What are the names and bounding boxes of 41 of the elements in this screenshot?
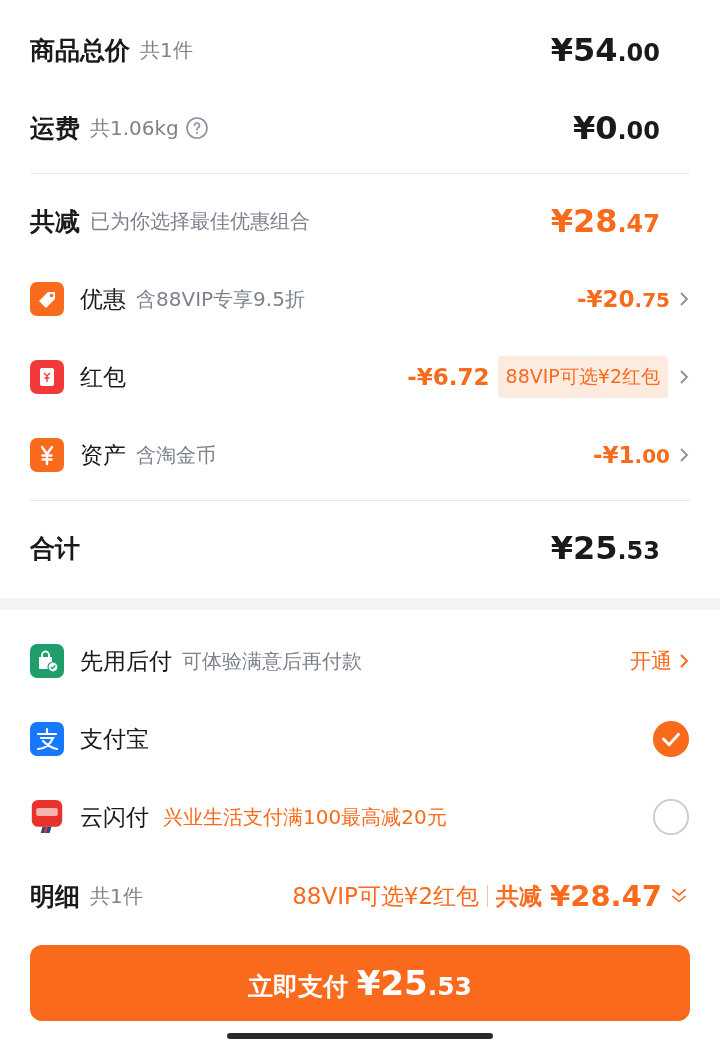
- radio-checked[interactable]: [652, 720, 690, 758]
- row-note: 含88VIP专享9.5折: [136, 285, 305, 313]
- details-label: 明细: [30, 880, 80, 913]
- discount-total: ¥28.47: [550, 202, 660, 240]
- row-label: 资产: [80, 440, 126, 470]
- details-discount: ¥28.47: [550, 879, 662, 913]
- row-label: 共减: [30, 205, 80, 238]
- row-note: 已为你选择最佳优惠组合: [90, 207, 310, 235]
- shopping-bag-icon: [30, 644, 64, 678]
- help-icon[interactable]: [184, 116, 209, 140]
- row-note: 共1件: [140, 36, 193, 64]
- row-label: 优惠: [80, 284, 126, 314]
- radio-button[interactable]: [652, 798, 690, 836]
- row-note: 共1.06kg: [90, 114, 179, 142]
- details-discount-label: 共减: [496, 881, 543, 911]
- yen-icon: [30, 438, 64, 472]
- payment-name: 云闪付: [80, 802, 149, 832]
- promo-tag[interactable]: 88VIP可选¥2红包: [497, 356, 668, 398]
- activate-link[interactable]: 开通: [630, 647, 690, 675]
- tag-icon: [30, 282, 64, 316]
- price: ¥54.00: [550, 31, 660, 69]
- row-note: 含淘金币: [136, 441, 216, 469]
- grand-total: ¥25.53: [550, 529, 660, 567]
- payment-promo: 兴业生活支付满100最高减20元: [163, 803, 447, 831]
- details-note: 共1件: [90, 882, 143, 910]
- pay-button[interactable]: 立即支付 ¥25.53: [30, 945, 690, 1021]
- payment-name: 先用后付: [80, 646, 172, 676]
- discount-amount: -¥20.75: [577, 286, 670, 312]
- discount-amount: -¥6.72: [407, 364, 490, 390]
- wallet-app-icon: [30, 722, 64, 756]
- row-label: 合计: [30, 532, 80, 565]
- payment-app-icon: [30, 800, 64, 834]
- row-label: 运费: [30, 112, 80, 145]
- row-label: 红包: [80, 362, 126, 392]
- discount-amount: -¥1.00: [593, 442, 670, 468]
- details-promo: 88VIP可选¥2红包: [292, 881, 480, 911]
- payment-name: 支付宝: [80, 724, 149, 754]
- payment-note: 可体验满意后再付款: [182, 647, 362, 675]
- row-label: 商品总价: [30, 34, 130, 67]
- price: ¥0.00: [572, 109, 660, 147]
- envelope-icon: [30, 360, 64, 394]
